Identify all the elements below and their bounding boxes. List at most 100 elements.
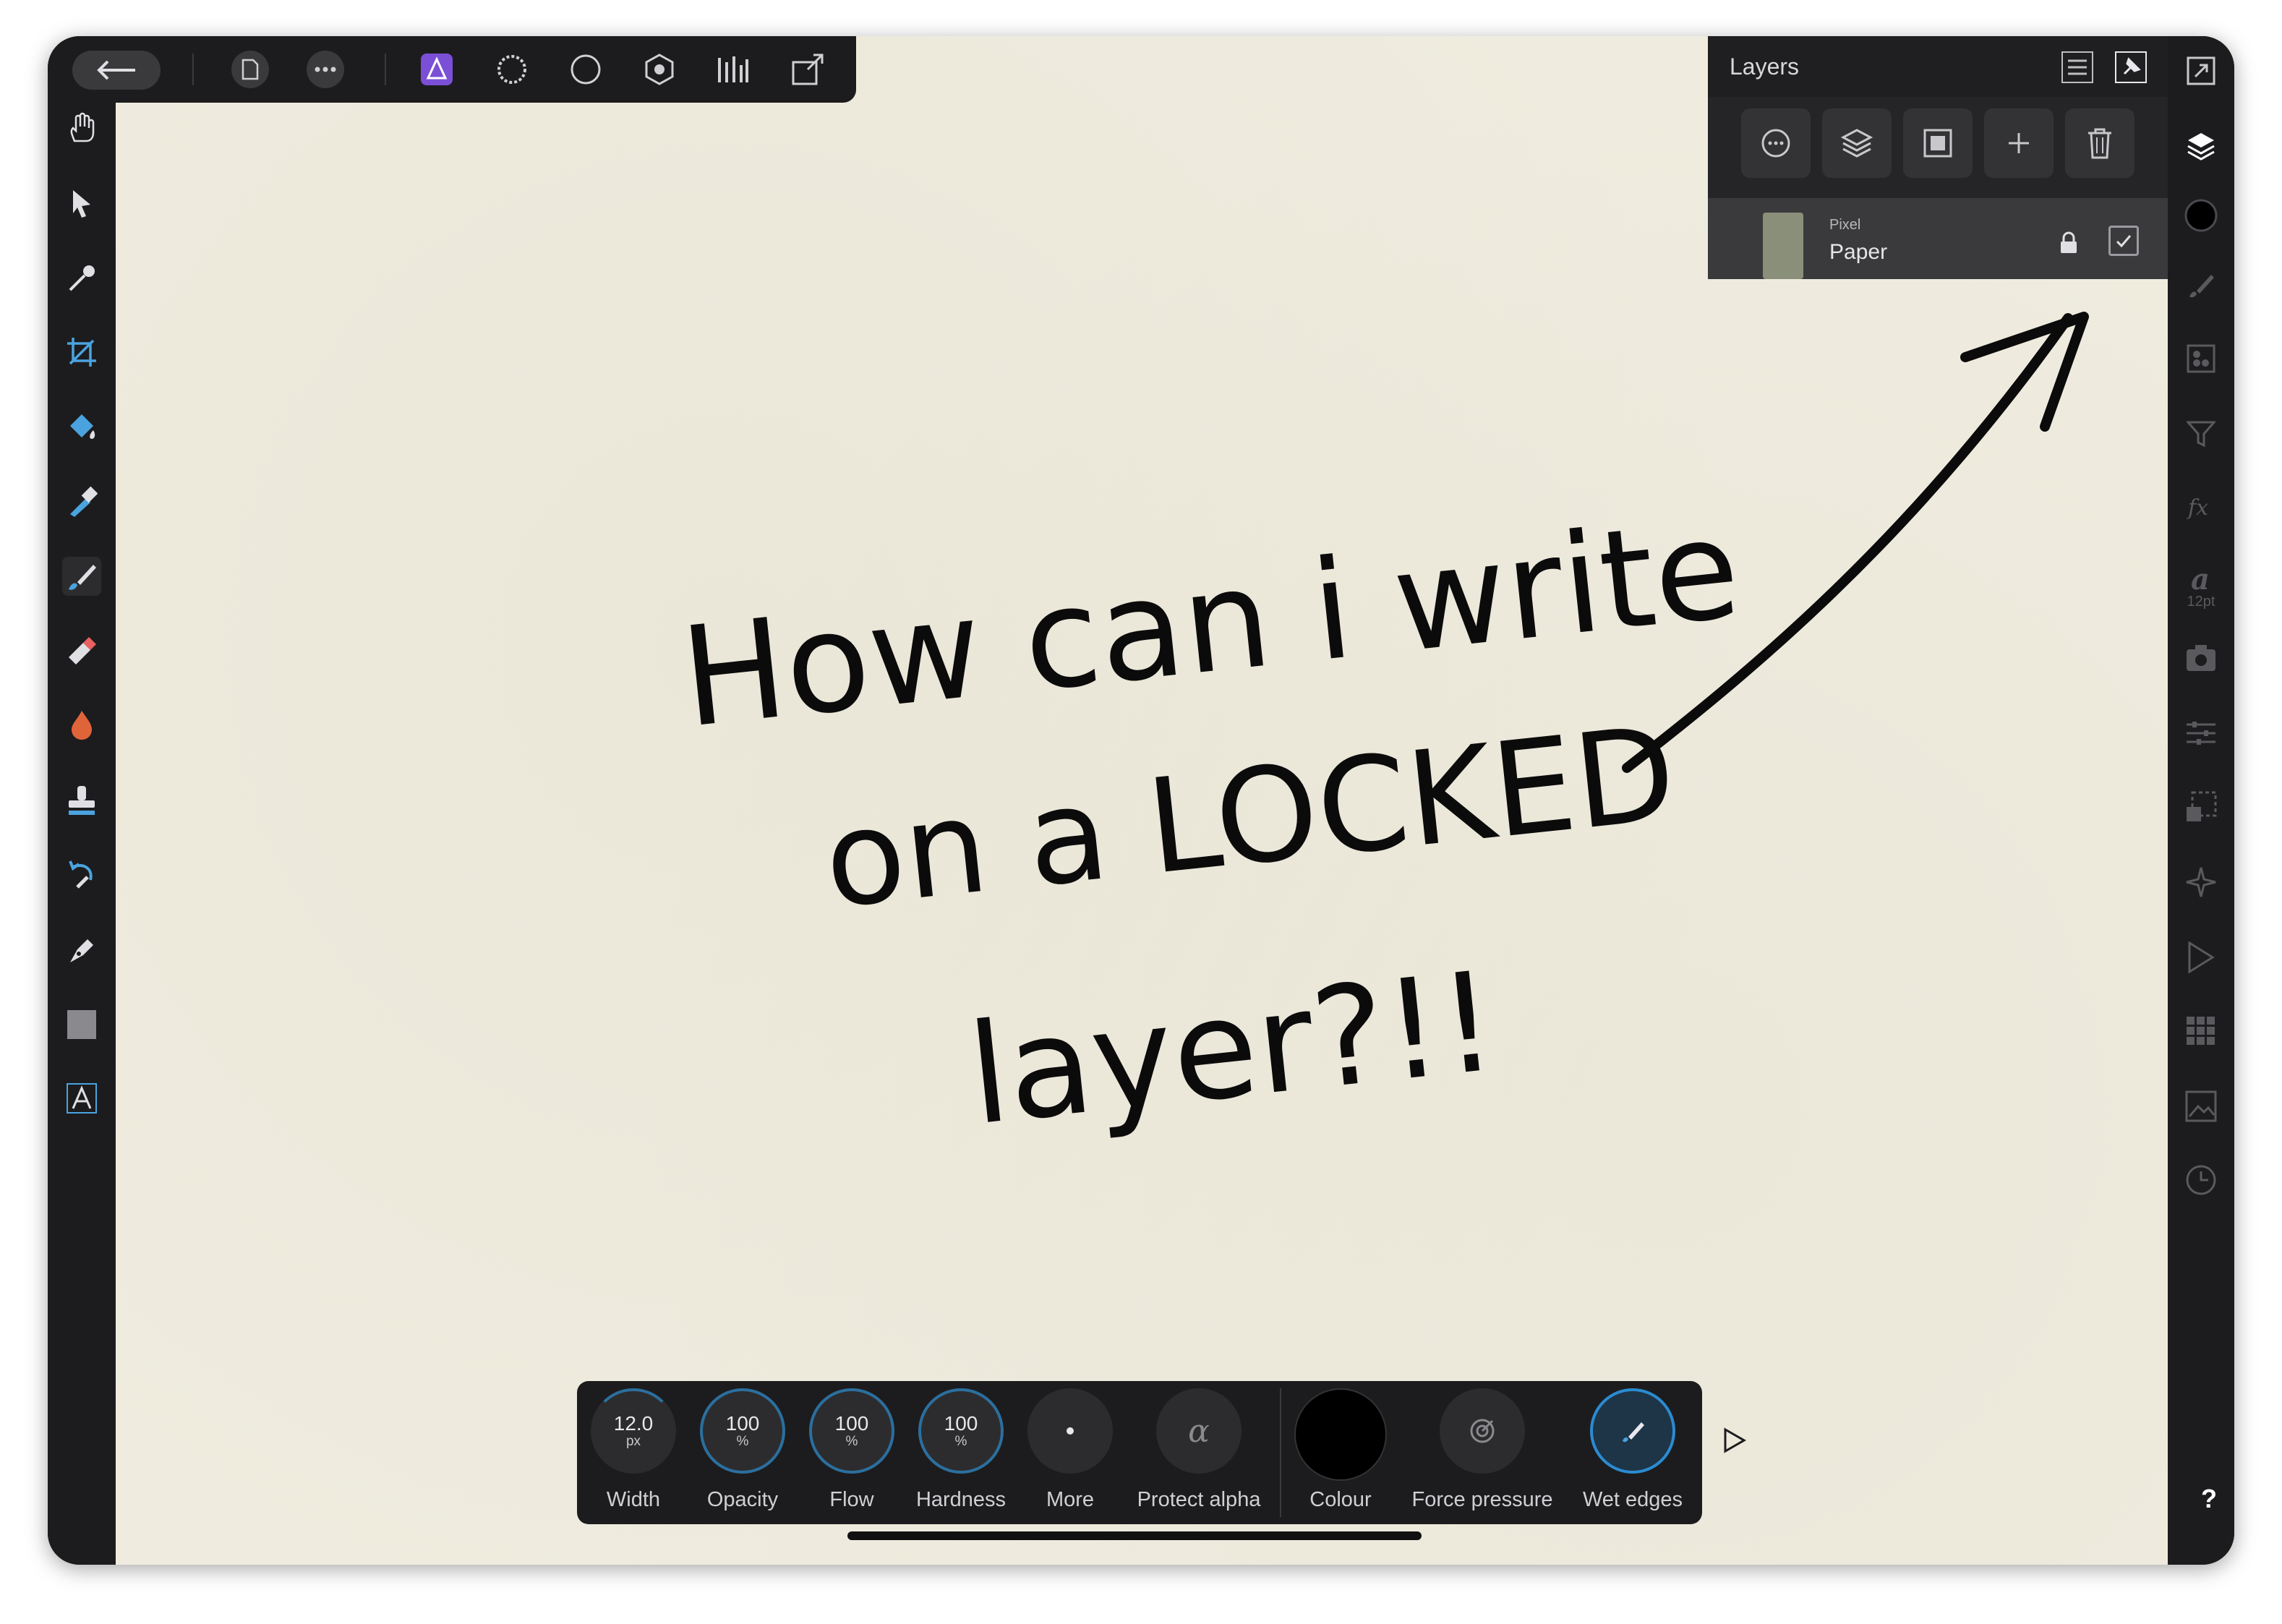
layers-list-button[interactable] xyxy=(2059,49,2095,85)
channels-studio-button[interactable] xyxy=(2182,340,2220,377)
pen-tool[interactable] xyxy=(62,930,101,969)
app-window: How can i write on a LOCKED layer?!! Lay… xyxy=(48,36,2234,1565)
move-tool[interactable] xyxy=(62,184,101,223)
export-persona-button[interactable] xyxy=(790,51,827,88)
export-persona-icon xyxy=(792,54,824,85)
more-control[interactable]: More xyxy=(1020,1388,1121,1526)
text-styles-studio-button[interactable]: a 12pt xyxy=(2182,557,2220,617)
layer-row-paper[interactable]: Pixel Paper xyxy=(1708,198,2168,279)
eyedropper-tool[interactable] xyxy=(62,259,101,298)
add-layer-icon xyxy=(2009,133,2029,153)
transform-studio-button[interactable] xyxy=(2182,714,2220,752)
opacity-dial[interactable]: 100 % xyxy=(700,1388,785,1474)
layers-panel-header: Layers xyxy=(1708,36,2168,97)
rectangle-tool[interactable] xyxy=(62,1005,101,1044)
liquify-persona-button[interactable] xyxy=(493,51,531,88)
photo-persona-button[interactable] xyxy=(418,51,456,88)
paint-brush-tool[interactable] xyxy=(62,557,101,596)
force-pressure-control[interactable]: Force pressure xyxy=(1412,1388,1553,1526)
levels-icon xyxy=(718,56,748,82)
history-icon xyxy=(2187,791,2217,821)
layers-panel-title: Layers xyxy=(1730,54,1800,80)
layer-options-button[interactable] xyxy=(1741,108,1811,178)
undo-brush-tool-icon xyxy=(69,860,93,889)
channels-icon xyxy=(2187,344,2215,373)
wet-edges-label: Wet edges xyxy=(1582,1488,1683,1511)
delete-layer-icon xyxy=(2088,128,2111,159)
force-pressure-toggle[interactable] xyxy=(1440,1388,1525,1474)
clone-stamp-tool[interactable] xyxy=(62,781,101,820)
levels-button[interactable] xyxy=(714,51,752,88)
colour-label: Colour xyxy=(1309,1488,1372,1511)
width-control[interactable]: 12.0 px Width xyxy=(583,1388,684,1526)
wet-edges-control[interactable]: Wet edges xyxy=(1582,1388,1683,1526)
document-button[interactable] xyxy=(231,51,269,88)
layer-visibility-checkbox[interactable] xyxy=(2108,226,2139,256)
wet-brush-icon xyxy=(1623,1422,1644,1443)
hand-tool[interactable] xyxy=(62,108,101,148)
fx-studio-button[interactable]: fx xyxy=(2182,489,2220,526)
delete-layer-button[interactable] xyxy=(2065,108,2134,178)
layers-studio-button[interactable] xyxy=(2182,127,2220,165)
stock-icon xyxy=(2188,941,2215,973)
stock-studio-button[interactable] xyxy=(2182,939,2220,976)
width-dial[interactable]: 12.0 px xyxy=(591,1388,676,1474)
layer-name: Paper xyxy=(1829,240,1888,264)
lock-icon xyxy=(2061,231,2077,253)
flood-fill-tool[interactable] xyxy=(62,408,101,447)
swatches-icon xyxy=(2187,1017,2215,1045)
opacity-control[interactable]: 100 % Opacity xyxy=(692,1388,793,1526)
burn-brush-tool[interactable] xyxy=(62,706,101,745)
layer-stack-button[interactable] xyxy=(1822,108,1892,178)
pin-panel-button[interactable] xyxy=(2113,49,2149,85)
width-value: 12.0 xyxy=(613,1412,654,1435)
navigator-button[interactable] xyxy=(2182,52,2220,90)
selection-brush-tool[interactable] xyxy=(62,482,101,521)
liquify-persona-icon xyxy=(497,55,526,84)
tone-mapping-persona-button[interactable] xyxy=(641,51,678,88)
layer-stack-icon xyxy=(1840,129,1873,158)
protect-alpha-toggle[interactable]: α xyxy=(1156,1388,1242,1474)
more-button[interactable] xyxy=(307,51,344,88)
mask-icon xyxy=(1923,129,1952,158)
flow-dial[interactable]: 100 % xyxy=(809,1388,894,1474)
colour-swatch[interactable] xyxy=(1294,1388,1387,1481)
text-tool[interactable] xyxy=(62,1079,101,1118)
wet-edges-toggle[interactable] xyxy=(1590,1388,1675,1474)
mask-button[interactable] xyxy=(1903,108,1973,178)
macros-studio-button[interactable] xyxy=(2182,863,2220,901)
pin-icon xyxy=(2115,51,2147,83)
adjustments-studio-button[interactable] xyxy=(2182,415,2220,453)
width-label: Width xyxy=(606,1488,661,1511)
crop-tool[interactable] xyxy=(62,333,101,372)
rectangle-tool-icon xyxy=(67,1010,96,1039)
erase-brush-tool[interactable] xyxy=(62,632,101,671)
more-button-circle[interactable] xyxy=(1027,1388,1113,1474)
flow-label: Flow xyxy=(829,1488,874,1511)
document-icon xyxy=(242,59,259,80)
flow-control[interactable]: 100 % Flow xyxy=(801,1388,902,1526)
history-studio-button[interactable] xyxy=(2182,788,2220,826)
develop-persona-button[interactable] xyxy=(567,51,604,88)
colour-control[interactable]: Colour xyxy=(1290,1388,1391,1526)
snapshots-studio-button[interactable] xyxy=(2182,639,2220,677)
hardness-dial[interactable]: 100 % xyxy=(918,1388,1004,1474)
paint-brush-tool-icon xyxy=(69,565,96,590)
colour-studio-button[interactable] xyxy=(2182,197,2220,234)
context-toolbar-expand-button[interactable] xyxy=(1722,1427,1747,1457)
navigator-clock-studio-button[interactable] xyxy=(2182,1161,2220,1199)
flood-fill-tool-icon xyxy=(70,414,95,439)
swatches-studio-button[interactable] xyxy=(2182,1012,2220,1050)
crop-tool-icon xyxy=(67,338,96,367)
layer-lock-toggle[interactable] xyxy=(2059,231,2078,258)
back-button[interactable] xyxy=(72,51,161,90)
undo-brush-tool[interactable] xyxy=(62,855,101,894)
hardness-control[interactable]: 100 % Hardness xyxy=(910,1388,1012,1526)
hardness-value: 100 xyxy=(944,1412,978,1435)
snapshots-icon xyxy=(2187,645,2215,671)
help-button[interactable]: ? xyxy=(2201,1484,2217,1514)
export-studio-button[interactable] xyxy=(2182,1087,2220,1125)
protect-alpha-control[interactable]: α Protect alpha xyxy=(1137,1388,1260,1526)
add-layer-button[interactable] xyxy=(1984,108,2054,178)
brushes-studio-button[interactable] xyxy=(2182,266,2220,304)
